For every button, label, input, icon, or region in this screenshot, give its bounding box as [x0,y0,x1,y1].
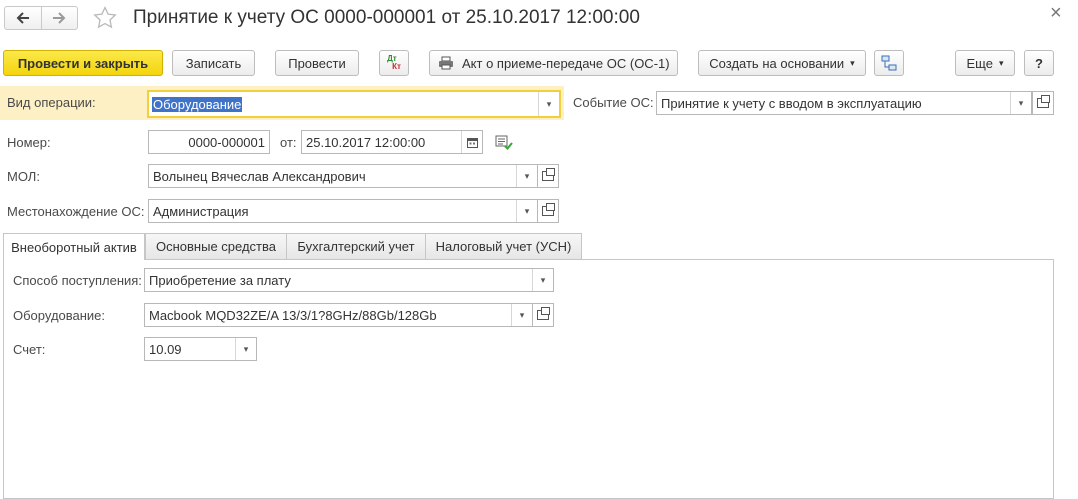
receipt-method-label: Способ поступления: [13,273,142,288]
event-label: Событие ОС: [573,95,654,110]
favorite-star-icon[interactable] [93,5,117,32]
more-button[interactable]: Еще ▾ [955,50,1015,76]
mol-select[interactable]: Волынец Вячеслав Александрович ▾ [148,164,538,188]
calendar-icon[interactable] [461,131,482,153]
event-select[interactable]: Принятие к учету с вводом в эксплуатацию… [656,91,1032,115]
dt-kt-button[interactable]: Дт Кт [379,50,409,76]
location-label: Местонахождение ОС: [7,204,145,219]
more-label: Еще [966,55,993,71]
structure-button[interactable] [874,50,904,76]
chevron-down-icon[interactable]: ▾ [516,200,537,222]
equipment-label: Оборудование: [13,308,106,323]
act-print-button[interactable]: Акт о приеме-передаче ОС (ОС-1) [429,50,678,76]
mol-value: Волынец Вячеслав Александрович [153,168,366,184]
mol-open-button[interactable] [537,164,559,188]
date-label: от: [280,135,297,150]
chevron-down-icon[interactable]: ▾ [1010,92,1031,114]
tab-accounting[interactable]: Бухгалтерский учет [286,233,426,259]
act-print-label: Акт о приеме-передаче ОС (ОС-1) [462,55,670,71]
operation-type-value: Оборудование [152,96,243,112]
chevron-down-icon: ▾ [998,57,1004,68]
open-form-icon [542,168,555,181]
number-value: 0000-000001 [188,134,265,150]
tab-panel [3,259,1054,499]
location-value: Администрация [153,203,249,219]
operation-type-select[interactable]: Оборудование ▾ [147,90,561,118]
close-icon[interactable]: × [1050,2,1062,25]
event-value: Принятие к учету с вводом в эксплуатацию [661,95,922,111]
open-form-icon [537,307,550,320]
structure-check-icon[interactable] [495,134,513,153]
number-label: Номер: [7,135,51,150]
help-button[interactable]: ? [1024,50,1054,76]
chevron-down-icon[interactable]: ▾ [538,92,559,116]
receipt-method-select[interactable]: Приобретение за плату ▾ [144,268,554,292]
date-value: 25.10.2017 12:00:00 [306,134,426,150]
receipt-method-value: Приобретение за плату [149,272,291,288]
number-field[interactable]: 0000-000001 [148,130,270,154]
create-based-on-button[interactable]: Создать на основании ▾ [698,50,866,76]
account-select[interactable]: 10.09 ▾ [144,337,257,361]
mol-label: МОЛ: [7,169,40,184]
chevron-down-icon[interactable]: ▾ [516,165,537,187]
location-open-button[interactable] [537,199,559,223]
open-form-icon [542,203,555,216]
printer-icon [439,56,453,70]
open-form-icon [1037,95,1050,108]
date-field[interactable]: 25.10.2017 12:00:00 [301,130,483,154]
chevron-down-icon: ▾ [850,57,855,68]
equipment-open-button[interactable] [532,303,554,327]
tab-noncurrent-asset[interactable]: Внеоборотный актив [3,233,145,260]
equipment-value: Macbook MQD32ZE/A 13/3/1?8GHz/88Gb/128Gb [149,307,437,323]
tab-fixed-assets[interactable]: Основные средства [145,233,287,259]
operation-type-label: Вид операции: [7,95,96,110]
save-button[interactable]: Записать [172,50,255,76]
tab-tax-usn[interactable]: Налоговый учет (УСН) [425,233,582,259]
account-label: Счет: [13,342,46,357]
create-based-on-label: Создать на основании [709,55,845,71]
chevron-down-icon[interactable]: ▾ [235,338,256,360]
nav-buttons [4,6,78,30]
event-open-button[interactable] [1032,91,1054,115]
chevron-down-icon[interactable]: ▾ [532,269,553,291]
post-button[interactable]: Провести [275,50,359,76]
location-select[interactable]: Администрация ▾ [148,199,538,223]
post-and-close-button[interactable]: Провести и закрыть [3,50,163,76]
forward-arrow-icon[interactable] [42,7,78,29]
page-title: Принятие к учету ОС 0000-000001 от 25.10… [133,7,640,28]
tab-panel-active-joiner [4,258,144,260]
chevron-down-icon[interactable]: ▾ [511,304,532,326]
dt-kt-icon: Дт Кт [387,54,401,71]
structure-icon [881,55,897,71]
back-arrow-icon[interactable] [5,7,42,29]
account-value: 10.09 [149,341,182,357]
equipment-select[interactable]: Macbook MQD32ZE/A 13/3/1?8GHz/88Gb/128Gb… [144,303,533,327]
